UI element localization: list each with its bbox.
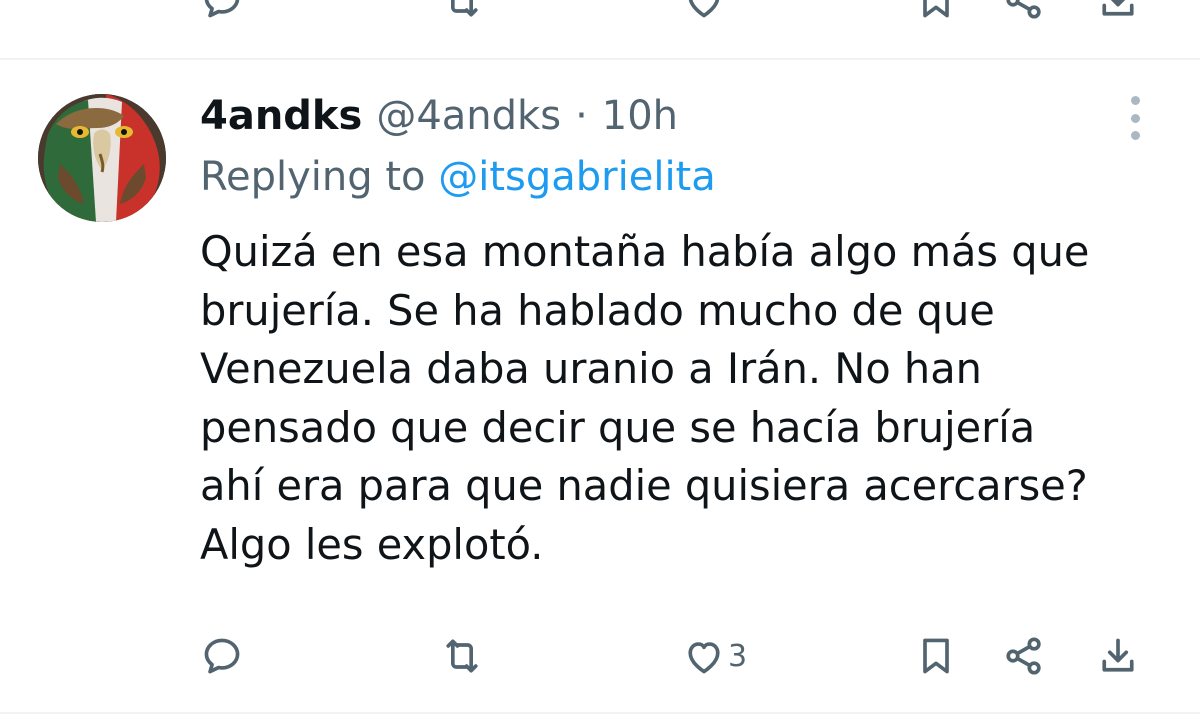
replying-to-line: Replying to @itsgabrielita: [200, 154, 716, 200]
tweet-text-line: ahí era para que nadie quisiera acercars…: [200, 461, 1088, 510]
tweet-divider-top: [0, 58, 1200, 60]
tweet-header: 4andks @4andks · 10h: [200, 88, 678, 144]
heart-icon: [688, 0, 720, 18]
author-handle[interactable]: @4andks: [376, 93, 561, 139]
tweet-text: Quizá en esa montaña había algo más que …: [200, 223, 1160, 574]
separator-dot: ·: [575, 93, 588, 139]
like-button[interactable]: 3: [682, 626, 747, 686]
author-name[interactable]: 4andks: [200, 93, 362, 139]
prev-reply-button[interactable]: [200, 0, 244, 30]
download-icon: [1102, 0, 1134, 16]
prev-retweet-button[interactable]: [440, 0, 484, 30]
tweet-text-line: Algo les explotó.: [200, 519, 544, 569]
tweet-text-line: brujería. Se ha hablado mucho de que: [200, 285, 995, 335]
replying-to-label: Replying to: [200, 154, 426, 200]
more-vertical-icon-dot-3: [1130, 131, 1140, 140]
retweet-icon: [451, 0, 478, 17]
more-vertical-icon-dot-1: [1130, 96, 1140, 105]
like-count: 3: [728, 638, 748, 674]
heart-icon: [688, 642, 720, 674]
retweet-button[interactable]: [440, 626, 484, 686]
reply-bubble-icon: [204, 0, 240, 18]
eagle-avatar-image: [38, 94, 166, 222]
share-button[interactable]: [1002, 626, 1046, 686]
reply-button[interactable]: [200, 626, 244, 686]
download-icon: [1102, 638, 1134, 672]
prev-download-button[interactable]: [1096, 0, 1140, 30]
bookmark-button[interactable]: [914, 626, 958, 686]
prev-share-button[interactable]: [1002, 0, 1046, 30]
tweet-action-bar: 3: [0, 626, 1200, 686]
tweet-text-line: Quizá en esa montaña había algo más que: [200, 227, 1090, 276]
replying-to-mention[interactable]: @itsgabrielita: [438, 154, 716, 200]
prev-bookmark-button[interactable]: [914, 0, 958, 30]
tweet-divider-bottom: [0, 712, 1200, 714]
share-icon: [1006, 0, 1041, 19]
avatar[interactable]: [38, 94, 166, 222]
bookmark-icon: [923, 638, 949, 674]
retweet-icon: [446, 639, 478, 673]
reply-bubble-icon: [204, 638, 240, 674]
prev-like-button[interactable]: [682, 0, 726, 30]
more-vertical-icon-dot-2: [1130, 113, 1140, 123]
previous-tweet-action-bar: [0, 0, 1200, 30]
tweet-text-line: Venezuela daba uranio a Irán. No han: [200, 344, 982, 393]
download-button[interactable]: [1096, 626, 1140, 686]
share-icon: [1006, 637, 1041, 675]
bookmark-icon: [923, 0, 949, 18]
tweet-text-line: pensado que decir que se hacía brujería: [200, 402, 1036, 452]
tweet-timestamp[interactable]: 10h: [602, 93, 678, 139]
more-options-button[interactable]: [1120, 96, 1150, 140]
